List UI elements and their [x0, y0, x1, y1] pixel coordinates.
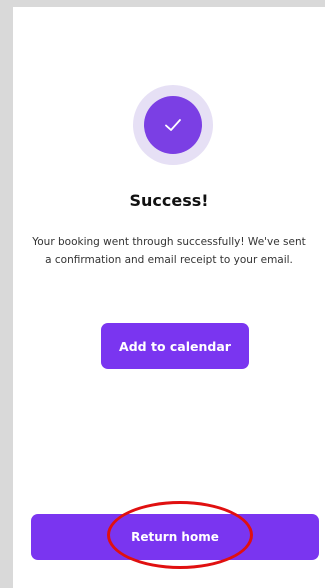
success-badge-circle [144, 96, 202, 154]
success-badge [133, 85, 213, 165]
page-title: Success! [129, 191, 209, 210]
success-screen: Success! Your booking went through succe… [13, 7, 325, 588]
checkmark-icon [165, 119, 181, 131]
confirmation-message: Your booking went through successfully! … [32, 236, 306, 266]
device-frame: Success! Your booking went through succe… [0, 0, 325, 588]
add-to-calendar-button[interactable]: Add to calendar [101, 323, 249, 369]
return-home-button[interactable]: Return home [31, 514, 319, 560]
